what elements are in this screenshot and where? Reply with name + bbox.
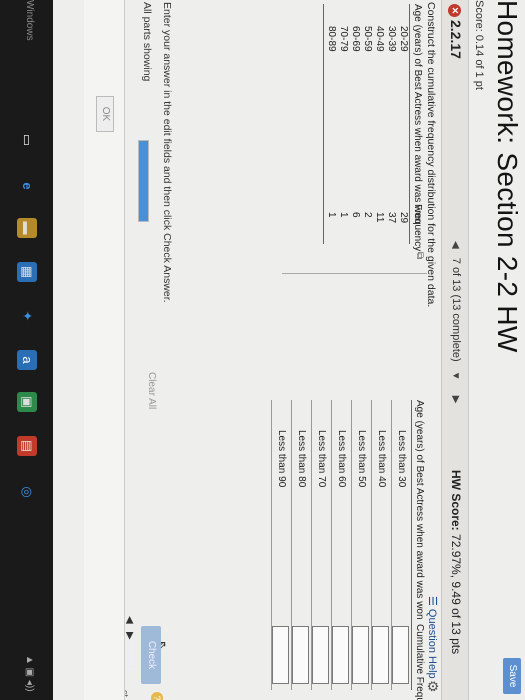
- amazon-icon[interactable]: a: [17, 350, 37, 370]
- age-cell: 70-79: [338, 26, 349, 52]
- frequency-table: Age (years) of Best Actress when award w…: [323, 4, 423, 251]
- frequency-cell: 6: [350, 212, 361, 218]
- progress-fill: [139, 141, 148, 221]
- incorrect-icon: ✕: [448, 4, 461, 17]
- question-help-link[interactable]: ☰ Question Help: [426, 596, 439, 679]
- frequency-cell: 29: [398, 212, 409, 224]
- footer-navigator: ◀ ▶: [124, 616, 135, 640]
- cumulative-input[interactable]: [352, 626, 369, 684]
- frequency-cell: 37: [386, 212, 397, 224]
- table-row: 50-59 2: [361, 4, 373, 244]
- cumulative-input[interactable]: [372, 626, 389, 684]
- age-column-header: Age (years) of Best Actress when award w…: [414, 400, 425, 620]
- dropbox-icon[interactable]: ✦: [17, 306, 37, 326]
- clear-all-button[interactable]: Clear All: [146, 372, 157, 409]
- task-view-icon[interactable]: ▭: [17, 130, 37, 150]
- copy-icon[interactable]: ⧉: [414, 252, 425, 259]
- prev-icon[interactable]: ◀: [124, 616, 135, 624]
- cumulative-column-header: Cumulative Frequency: [414, 624, 425, 700]
- panel-divider: [282, 273, 427, 274]
- cumulative-input[interactable]: [312, 626, 329, 684]
- parts-progress-bar: [138, 140, 149, 222]
- cumulative-input[interactable]: [292, 626, 309, 684]
- cumulative-table: Age (years) of Best Actress when award w…: [271, 400, 425, 700]
- hw-score-value: 72.97%, 9.49 of 13 pts: [449, 534, 463, 655]
- system-tray: ▲ ▣ ◂)): [24, 655, 35, 692]
- cumulative-input[interactable]: [392, 626, 409, 684]
- cumulative-input[interactable]: [332, 626, 349, 684]
- class-label: Less than 50: [356, 430, 367, 488]
- photos-icon[interactable]: ▣: [17, 392, 37, 412]
- next-question-icon[interactable]: ▶: [450, 396, 461, 404]
- table-row: 80-89 1: [325, 4, 337, 244]
- question-navigator: ◀ 7 of 13 (13 complete) ▼ ▶: [450, 235, 462, 409]
- question-id-text: 2.2.17: [448, 20, 464, 59]
- windows-label: Windows: [24, 0, 35, 41]
- ok-button[interactable]: OK: [96, 96, 114, 132]
- frequency-cell: 2: [362, 212, 373, 218]
- age-column-header: Age (years) of Best Actress when award w…: [412, 4, 423, 224]
- class-label: Less than 80: [296, 430, 307, 488]
- frequency-column-header: Frequency: [412, 204, 423, 252]
- table-row: 20-29 29: [397, 4, 409, 244]
- table-row: Less than 80: [291, 400, 311, 690]
- page-title: Homework: Section 2-2 HW: [492, 0, 523, 353]
- edge-browser-icon[interactable]: e: [17, 176, 37, 196]
- frequency-table-header: Age (years) of Best Actress when award w…: [409, 4, 423, 251]
- class-label: Less than 60: [336, 430, 347, 488]
- table-row: Less than 60: [331, 400, 351, 690]
- age-cell: 60-69: [350, 26, 361, 52]
- question-id: ✕ 2.2.17: [448, 4, 464, 59]
- parts-label: All parts showing: [141, 2, 153, 82]
- homework-screen: Homework: Section 2-2 HW Save Score: 0.1…: [0, 0, 525, 700]
- frequency-cell: 11: [374, 212, 385, 223]
- table-row: 60-69 6: [349, 4, 361, 244]
- table-row: Less than 30: [391, 400, 411, 690]
- score-label: Score: 0.14 of 1 pt: [473, 0, 485, 90]
- score-row: Score: 0.14 of 1 pt: [469, 0, 487, 700]
- question-header: ✕ 2.2.17 ◀ 7 of 13 (13 complete) ▼ ▶ HW S…: [441, 0, 469, 700]
- class-label: Less than 70: [316, 430, 327, 488]
- dialog-strip: OK: [84, 0, 125, 700]
- navigator-text[interactable]: 7 of 13 (13 complete): [450, 258, 462, 362]
- cumulative-table-header: Age (years) of Best Actress when award w…: [411, 400, 425, 700]
- table-row: Less than 90: [271, 400, 291, 690]
- file-explorer-icon[interactable]: ▬: [17, 218, 37, 238]
- table-divider: [323, 4, 324, 244]
- question-instructions: Construct the cumulative frequency distr…: [425, 2, 437, 308]
- question-help-label: Question Help: [426, 608, 438, 679]
- age-cell: 30-39: [386, 26, 397, 52]
- next-icon[interactable]: ▶: [124, 632, 135, 640]
- answer-hint: Enter your answer in the edit fields and…: [161, 2, 173, 303]
- table-row: Less than 70: [311, 400, 331, 690]
- table-row: 40-49 11: [373, 4, 385, 244]
- save-button[interactable]: Save: [503, 658, 521, 694]
- age-cell: 20-29: [398, 26, 409, 52]
- frequency-cell: 1: [338, 212, 349, 218]
- dropdown-icon[interactable]: ▼: [450, 371, 461, 381]
- office-icon[interactable]: ▤: [17, 436, 37, 456]
- age-cell: 50-59: [362, 26, 373, 52]
- store-icon[interactable]: ▦: [17, 262, 37, 282]
- class-label: Less than 30: [396, 430, 407, 488]
- table-row: Less than 40: [371, 400, 391, 690]
- gear-icon[interactable]: ⚙: [424, 680, 441, 693]
- check-answer-button[interactable]: Check Answer: [126, 626, 161, 684]
- table-row: 70-79 1: [337, 4, 349, 244]
- table-row: Less than 50: [351, 400, 371, 690]
- class-label: Less than 40: [376, 430, 387, 488]
- age-cell: 40-49: [374, 26, 385, 52]
- prev-question-icon[interactable]: ◀: [450, 241, 461, 249]
- app-icon[interactable]: ◎: [17, 482, 37, 502]
- windows-taskbar: Windows ▭ e ▬ ▦ ✦ a ▣ ▤ ◎ ▲ ▣ ◂)): [0, 0, 53, 700]
- class-label: Less than 90: [276, 430, 287, 488]
- frequency-cell: 1: [326, 212, 337, 218]
- help-icon[interactable]: ?: [151, 692, 163, 700]
- hw-score: HW Score: 72.97%, 9.49 of 13 pts: [449, 470, 463, 654]
- table-row: 30-39 37: [385, 4, 397, 244]
- list-icon: ☰: [426, 596, 438, 609]
- cumulative-input[interactable]: [272, 626, 289, 684]
- hw-score-label: HW Score:: [449, 470, 463, 531]
- age-cell: 80-89: [326, 26, 337, 52]
